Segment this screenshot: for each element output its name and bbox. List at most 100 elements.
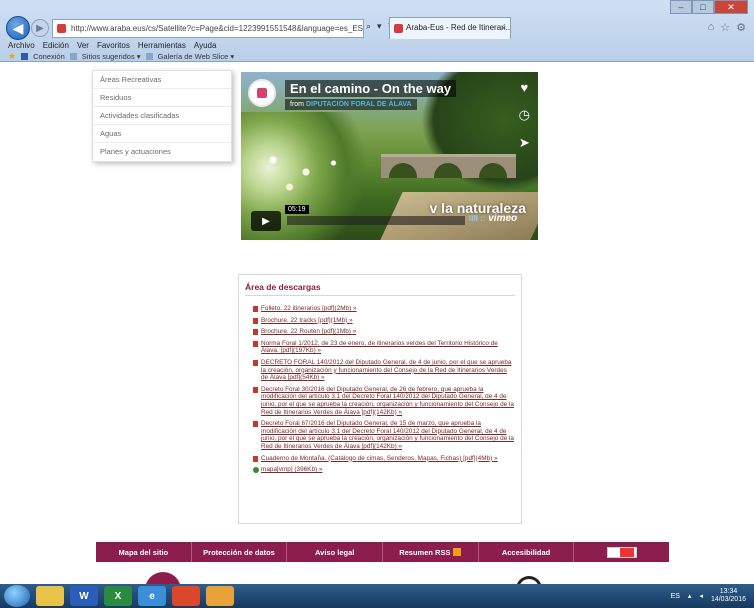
download-link[interactable]: Folleto. 22 itinerarios [pdf](2Mb) » (253, 305, 515, 313)
footer-link-aviso-legal[interactable]: Aviso legal (287, 542, 384, 562)
dropdown-icon[interactable]: ▾ (377, 21, 382, 32)
download-link[interactable]: Brochure. 22 tracks [pdf](1Mb) » (253, 317, 515, 325)
footer-link-rss[interactable]: Resumen RSS (383, 542, 479, 562)
footer-link-proteccion-datos[interactable]: Protección de datos (192, 542, 288, 562)
sidebar-item-areas-recreativas[interactable]: Áreas Recreativas (93, 71, 231, 89)
tab-close-icon[interactable]: × (501, 18, 506, 38)
fav-conexion[interactable]: Conexión (33, 51, 65, 62)
video-author-link[interactable]: DIPUTACIÓN FORAL DE ÁLAVA (306, 101, 412, 108)
menu-archivo[interactable]: Archivo (8, 40, 35, 51)
menu-bar: Archivo Edición Ver Favoritos Herramient… (0, 40, 754, 51)
volume-icon[interactable]: ◂ (699, 592, 703, 600)
start-button[interactable] (4, 585, 30, 607)
browser-tab[interactable]: Araba-Eus - Red de Itinerari... × (389, 17, 511, 39)
pdf-icon (253, 317, 258, 324)
address-bar[interactable]: http://www.araba.eus/cs/Satellite?c=Page… (52, 19, 364, 38)
fav-sitios-sugeridos[interactable]: Sitios sugeridos ▾ (82, 51, 141, 62)
footer-nav: Mapa del sitio Protección de datos Aviso… (96, 542, 669, 562)
taskbar-app-excel[interactable]: X (104, 586, 132, 606)
bridge-arch (389, 163, 417, 178)
clock[interactable]: 13:34 14/03/2016 (711, 588, 746, 604)
fav-galeria-web-slice[interactable]: Galería de Web Slice ▾ (158, 51, 235, 62)
favorites-star-icon[interactable]: ★ (8, 51, 16, 62)
downloads-list: Folleto. 22 itinerarios [pdf](2Mb) » Bro… (253, 305, 515, 478)
bridge-arch (434, 163, 462, 178)
download-link-text: Folleto. 22 itinerarios [pdf](2Mb) » (261, 305, 357, 312)
download-link[interactable]: DECRETO FORAL 140/2012 del Diputado Gene… (253, 359, 515, 382)
video-from-prefix: from (290, 101, 304, 108)
downloads-title: Área de descargas (245, 282, 321, 292)
download-link-text: Brochure. 22 tracks [pdf](1Mb) » (261, 316, 353, 324)
menu-favoritos[interactable]: Favoritos (97, 40, 130, 51)
pdf-icon (253, 386, 258, 393)
download-link[interactable]: mapa[vmp] (396Kb) » (253, 466, 515, 474)
sidebar-item-aguas[interactable]: Aguas (93, 125, 231, 143)
clock-time: 13:34 (719, 588, 738, 595)
forward-button[interactable]: ▶ (31, 19, 49, 37)
taskbar-app-explorer[interactable] (36, 586, 64, 606)
taskbar-app-chrome[interactable] (172, 586, 200, 606)
download-link[interactable]: Cuaderno de Montaña. (Catálogo de cimas,… (253, 455, 515, 463)
footer-wai-badge[interactable] (574, 542, 669, 562)
clock-icon[interactable]: ◷ (519, 107, 530, 123)
channel-logo[interactable] (248, 79, 276, 107)
download-link[interactable]: Decreto Foral 30/2016 del Diputado Gener… (253, 386, 515, 416)
address-url: http://www.araba.eus/cs/Satellite?c=Page… (71, 24, 363, 33)
menu-ayuda[interactable]: Ayuda (194, 40, 217, 51)
close-window-button[interactable]: ✕ (714, 0, 748, 14)
page-content: Áreas Recreativas Residuos Actividades c… (0, 62, 754, 592)
video-progress-bar[interactable] (287, 216, 465, 225)
download-link-text: mapa[vmp] (396Kb) » (261, 466, 323, 474)
maximize-button[interactable]: □ (692, 0, 714, 14)
video-side-actions: ♥ ◷ ➤ (519, 80, 530, 151)
taskbar-app-internet-explorer[interactable]: e (138, 586, 166, 606)
sidebar-item-actividades-clasificadas[interactable]: Actividades clasificadas (93, 107, 231, 125)
arrow-right-icon: ▶ (36, 22, 44, 34)
taskbar-app-word[interactable]: W (70, 586, 98, 606)
footer-link-mapa-sitio[interactable]: Mapa del sitio (96, 542, 192, 562)
settings-gear-icon[interactable]: ⚙ (736, 21, 746, 34)
video-player[interactable]: En el camino - On the way from DIPUTACIÓ… (241, 72, 538, 240)
wai-badge-mark (619, 547, 634, 557)
video-time: 05:19 (285, 205, 309, 214)
video-scene (251, 142, 361, 202)
menu-edicion[interactable]: Edición (43, 40, 69, 51)
video-title[interactable]: En el camino - On the way (285, 80, 457, 97)
download-link[interactable]: Norma Foral 1/2012, de 23 de enero, de i… (253, 340, 515, 355)
download-link[interactable]: Brochure. 22 Routen [pdf](1Mb) » (253, 328, 515, 336)
vimeo-brand: vimeo (488, 213, 518, 224)
footer-link-rss-label: Resumen RSS (399, 547, 451, 557)
language-indicator[interactable]: ES (671, 593, 680, 600)
download-link-text: Norma Foral 1/2012, de 23 de enero, de i… (261, 339, 498, 355)
search-icon[interactable]: ⌕ (366, 21, 371, 32)
window-controls: – □ ✕ (670, 0, 748, 14)
menu-ver[interactable]: Ver (77, 40, 89, 51)
sidebar-menu: Áreas Recreativas Residuos Actividades c… (92, 70, 232, 162)
browser-chrome: – □ ✕ ◀ ▶ http://www.araba.eus/cs/Satell… (0, 0, 754, 62)
play-icon: ▶ (262, 215, 270, 227)
clock-date: 14/03/2016 (710, 596, 746, 603)
sidebar-item-planes-actuaciones[interactable]: Planes y actuaciones (93, 143, 231, 161)
taskbar-app-office[interactable] (206, 586, 234, 606)
pdf-icon (253, 306, 258, 312)
play-button[interactable]: ▶ (251, 211, 281, 231)
web-slice-icon (145, 53, 153, 60)
network-icon[interactable]: ▴ (688, 592, 692, 600)
paper-plane-icon[interactable]: ➤ (519, 135, 530, 151)
sidebar-item-residuos[interactable]: Residuos (93, 89, 231, 107)
download-link[interactable]: Decreto Foral 67/2016 del Diputado Gener… (253, 420, 515, 450)
download-link-text: DECRETO FORAL 140/2012 del Diputado Gene… (261, 358, 512, 382)
favorites-bar: ★ Conexión Sitios sugeridos ▾ Galería de… (0, 51, 754, 62)
menu-herramientas[interactable]: Herramientas (138, 40, 186, 51)
back-button[interactable]: ◀ (6, 16, 30, 40)
vimeo-logo[interactable]: IIII :: vimeo (469, 213, 517, 224)
download-link-text: Brochure. 22 Routen [pdf](1Mb) » (261, 328, 357, 336)
download-link-text: Decreto Foral 67/2016 del Diputado Gener… (261, 420, 514, 450)
minimize-button[interactable]: – (670, 0, 692, 14)
heart-icon[interactable]: ♥ (520, 80, 528, 95)
footer-link-accesibilidad[interactable]: Accesibilidad (479, 542, 575, 562)
home-icon[interactable]: ⌂ (708, 21, 715, 34)
pdf-icon (253, 340, 258, 347)
favorites-star-icon[interactable]: ☆ (720, 21, 730, 34)
video-controls-icon[interactable]: IIII :: (469, 214, 485, 223)
